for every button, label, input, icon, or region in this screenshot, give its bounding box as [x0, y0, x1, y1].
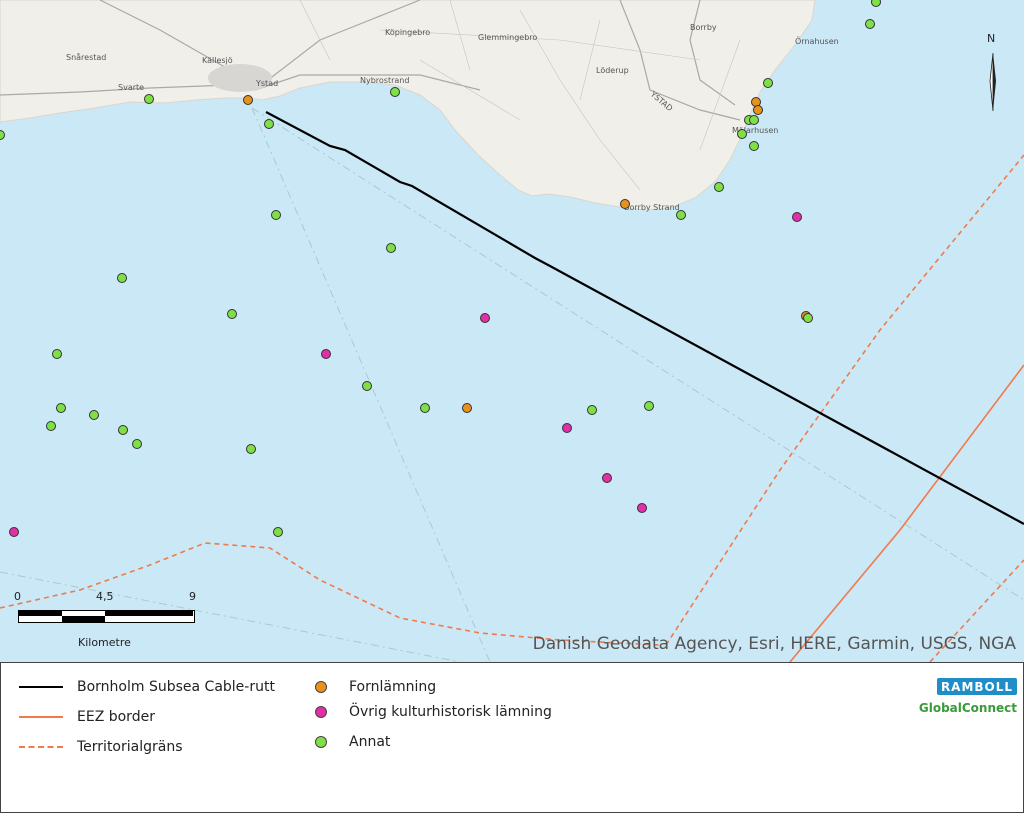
- marker-ovrig[interactable]: [480, 313, 490, 323]
- marker-annat[interactable]: [390, 87, 400, 97]
- marker-fornlamning[interactable]: [753, 105, 763, 115]
- marker-annat[interactable]: [89, 410, 99, 420]
- marker-annat[interactable]: [587, 405, 597, 415]
- label-loderup: Löderup: [596, 66, 629, 75]
- label-snarestad: Snårestad: [66, 52, 106, 62]
- marker-annat[interactable]: [264, 119, 274, 129]
- marker-annat[interactable]: [749, 141, 759, 151]
- marker-ovrig[interactable]: [792, 212, 802, 222]
- marker-annat[interactable]: [273, 527, 283, 537]
- marker-annat[interactable]: [749, 115, 759, 125]
- label-ystad: Ystad: [255, 79, 278, 88]
- label-kopingebro: Köpingebro: [385, 28, 430, 37]
- marker-annat[interactable]: [644, 401, 654, 411]
- marker-annat[interactable]: [0, 130, 5, 140]
- marker-annat[interactable]: [52, 349, 62, 359]
- label-borrby-strand: Borrby Strand: [624, 203, 680, 212]
- marker-annat[interactable]: [676, 210, 686, 220]
- marker-fornlamning[interactable]: [620, 199, 630, 209]
- marker-annat[interactable]: [865, 19, 875, 29]
- marker-annat[interactable]: [46, 421, 56, 431]
- scale-segment: [105, 610, 193, 616]
- label-borrby: Borrby: [690, 23, 717, 32]
- fornlamning-dot-icon: [315, 681, 327, 693]
- territorial-border: [0, 154, 1024, 662]
- marker-annat[interactable]: [763, 78, 773, 88]
- scale-tick-0: 0: [14, 590, 21, 603]
- legend-annat-label: Annat: [349, 734, 391, 750]
- scale-unit: Kilometre: [78, 636, 131, 649]
- ovrig-dot-icon: [315, 706, 327, 718]
- legend-annat: Annat: [315, 734, 390, 750]
- label-kallesjo: Källesjö: [202, 56, 233, 65]
- globalconnect-logo: GlobalConnect: [918, 701, 1017, 715]
- scalebar: 0 4,5 9 Kilometre: [10, 590, 210, 652]
- map-panel[interactable]: Snårestad Källesjö Svarte Ystad Köpingeb…: [0, 0, 1024, 662]
- marker-annat[interactable]: [420, 403, 430, 413]
- marker-annat[interactable]: [117, 273, 127, 283]
- map-attribution: Danish Geodata Agency, Esri, HERE, Garmi…: [532, 634, 1016, 654]
- marker-annat[interactable]: [386, 243, 396, 253]
- annat-dot-icon: [315, 736, 327, 748]
- marker-annat[interactable]: [871, 0, 881, 7]
- label-glemmingebro: Glemmingebro: [478, 33, 537, 42]
- marker-annat[interactable]: [271, 210, 281, 220]
- legend-cable: Bornholm Subsea Cable-rutt: [19, 679, 275, 695]
- marker-annat[interactable]: [56, 403, 66, 413]
- label-nybrostrand: Nybrostrand: [360, 76, 409, 85]
- marker-annat[interactable]: [118, 425, 128, 435]
- scale-tick-end: 9: [189, 590, 196, 603]
- eez-border: [789, 364, 1024, 662]
- north-arrow-icon: [989, 52, 996, 112]
- legend-fornlamning-label: Fornlämning: [349, 679, 437, 695]
- scale-tick-mid: 4,5: [96, 590, 114, 603]
- legend-eez: EEZ border: [19, 709, 155, 725]
- legend-ovrig-label: Övrig kulturhistorisk lämning: [349, 704, 552, 720]
- legend-fornlamning: Fornlämning: [315, 679, 436, 695]
- legend-territorial-label: Territorialgräns: [77, 739, 183, 755]
- marker-annat[interactable]: [246, 444, 256, 454]
- marker-fornlamning[interactable]: [462, 403, 472, 413]
- marker-ovrig[interactable]: [602, 473, 612, 483]
- marker-annat[interactable]: [144, 94, 154, 104]
- legend-eez-label: EEZ border: [77, 709, 155, 725]
- marker-annat[interactable]: [737, 129, 747, 139]
- marker-annat[interactable]: [132, 439, 142, 449]
- marker-annat[interactable]: [714, 182, 724, 192]
- label-svarte: Svarte: [118, 83, 144, 92]
- marker-ovrig[interactable]: [637, 503, 647, 513]
- legend-territorial: Territorialgräns: [19, 739, 183, 755]
- marker-fornlamning[interactable]: [243, 95, 253, 105]
- marker-ovrig[interactable]: [321, 349, 331, 359]
- territorial-line-swatch: [19, 746, 63, 748]
- marker-annat[interactable]: [362, 381, 372, 391]
- scale-segment: [18, 610, 62, 616]
- eez-line-swatch: [19, 716, 63, 718]
- marker-annat[interactable]: [227, 309, 237, 319]
- shipping-lanes: [0, 107, 1024, 662]
- marker-ovrig[interactable]: [9, 527, 19, 537]
- ramboll-logo: RAMBOLL: [937, 678, 1017, 695]
- legend-ovrig: Övrig kulturhistorisk lämning: [315, 704, 552, 720]
- legend-cable-label: Bornholm Subsea Cable-rutt: [77, 679, 275, 695]
- marker-annat[interactable]: [803, 313, 813, 323]
- scale-segment: [62, 616, 105, 622]
- map-canvas[interactable]: Snårestad Källesjö Svarte Ystad Köpingeb…: [0, 0, 1024, 662]
- cable-line-swatch: [19, 686, 63, 688]
- marker-ovrig[interactable]: [562, 423, 572, 433]
- label-ornahusen: Örnahusen: [795, 36, 839, 46]
- legend-panel: Bornholm Subsea Cable-rutt EEZ border Te…: [0, 662, 1024, 813]
